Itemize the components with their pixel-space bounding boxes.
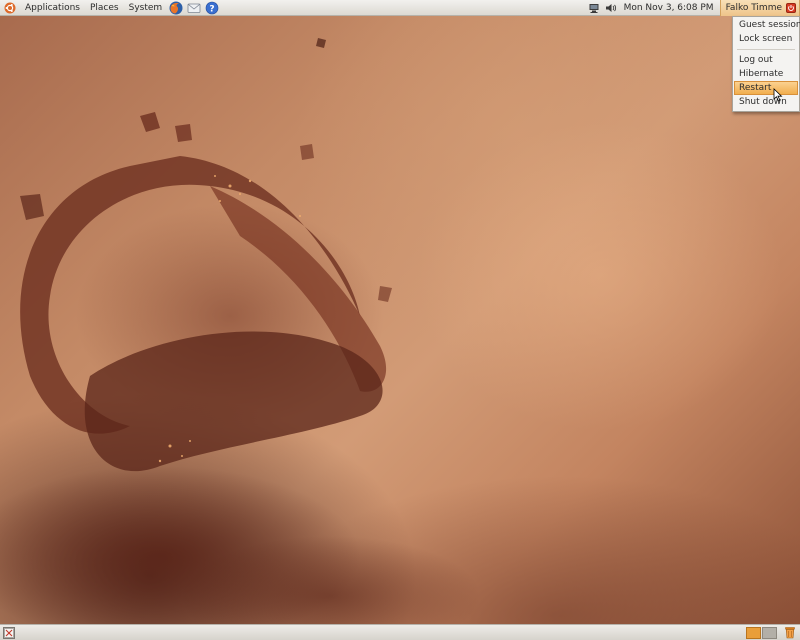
menu-item-guest-session[interactable]: Guest session	[733, 18, 800, 32]
trash-icon[interactable]	[783, 626, 797, 640]
panel-tray: Mon Nov 3, 6:08 PM Falko Timme	[586, 0, 800, 16]
firefox-icon[interactable]	[169, 1, 183, 15]
panel-menus: Applications Places System ?	[0, 0, 221, 16]
ubuntu-logo-icon[interactable]	[4, 2, 16, 14]
show-desktop-icon[interactable]	[3, 626, 15, 639]
desktop-wallpaper	[0, 16, 800, 624]
bottom-panel	[0, 624, 800, 640]
user-switcher-button[interactable]: Falko Timme	[719, 0, 800, 16]
menu-item-log-out[interactable]: Log out	[733, 53, 799, 67]
applications-menu[interactable]: Applications	[20, 0, 85, 16]
mouse-pointer-icon	[773, 88, 783, 102]
workspace-2[interactable]	[762, 626, 777, 639]
mail-icon[interactable]	[187, 1, 201, 15]
top-panel: Applications Places System ? Mon Nov 3, …	[0, 0, 800, 16]
menu-item-restart[interactable]: Restart	[734, 81, 798, 95]
workspace-1[interactable]	[746, 626, 761, 639]
user-name-label: Falko Timme	[725, 2, 782, 13]
menu-separator	[737, 49, 795, 50]
menu-item-lock-screen[interactable]: Lock screen	[733, 32, 799, 46]
wallpaper-art	[0, 38, 480, 624]
network-icon[interactable]	[588, 1, 601, 14]
system-menu[interactable]: System	[124, 0, 168, 16]
menu-item-hibernate[interactable]: Hibernate	[733, 67, 799, 81]
volume-icon[interactable]	[605, 1, 618, 14]
help-icon[interactable]: ?	[205, 1, 219, 15]
svg-text:?: ?	[210, 4, 215, 14]
user-session-menu: Guest session Lock screen Log out Hibern…	[732, 16, 800, 112]
power-icon	[786, 2, 796, 13]
workspace-switcher	[745, 626, 777, 640]
places-menu[interactable]: Places	[85, 0, 124, 16]
menu-item-shut-down[interactable]: Shut down	[733, 95, 799, 109]
clock[interactable]: Mon Nov 3, 6:08 PM	[620, 0, 720, 16]
